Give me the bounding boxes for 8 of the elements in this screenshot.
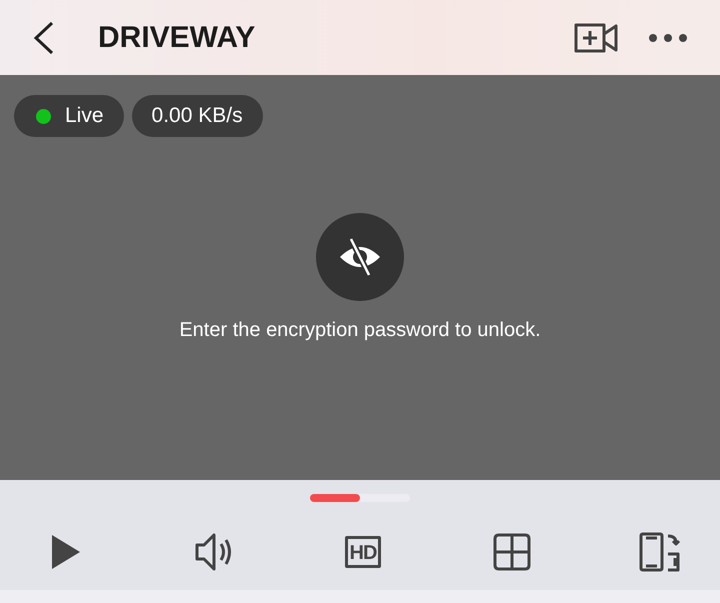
grid-icon[interactable]: [492, 533, 530, 571]
add-video-icon[interactable]: [574, 22, 618, 52]
unlock-message: Enter the encryption password to unlock.: [179, 319, 541, 342]
speed-badge: 0.00 KB/s: [132, 95, 263, 137]
camera-title: DRIVEWAY: [98, 20, 256, 54]
live-label: Live: [65, 104, 104, 128]
more-icon[interactable]: [648, 32, 688, 42]
rotate-screen-icon[interactable]: [638, 532, 682, 572]
